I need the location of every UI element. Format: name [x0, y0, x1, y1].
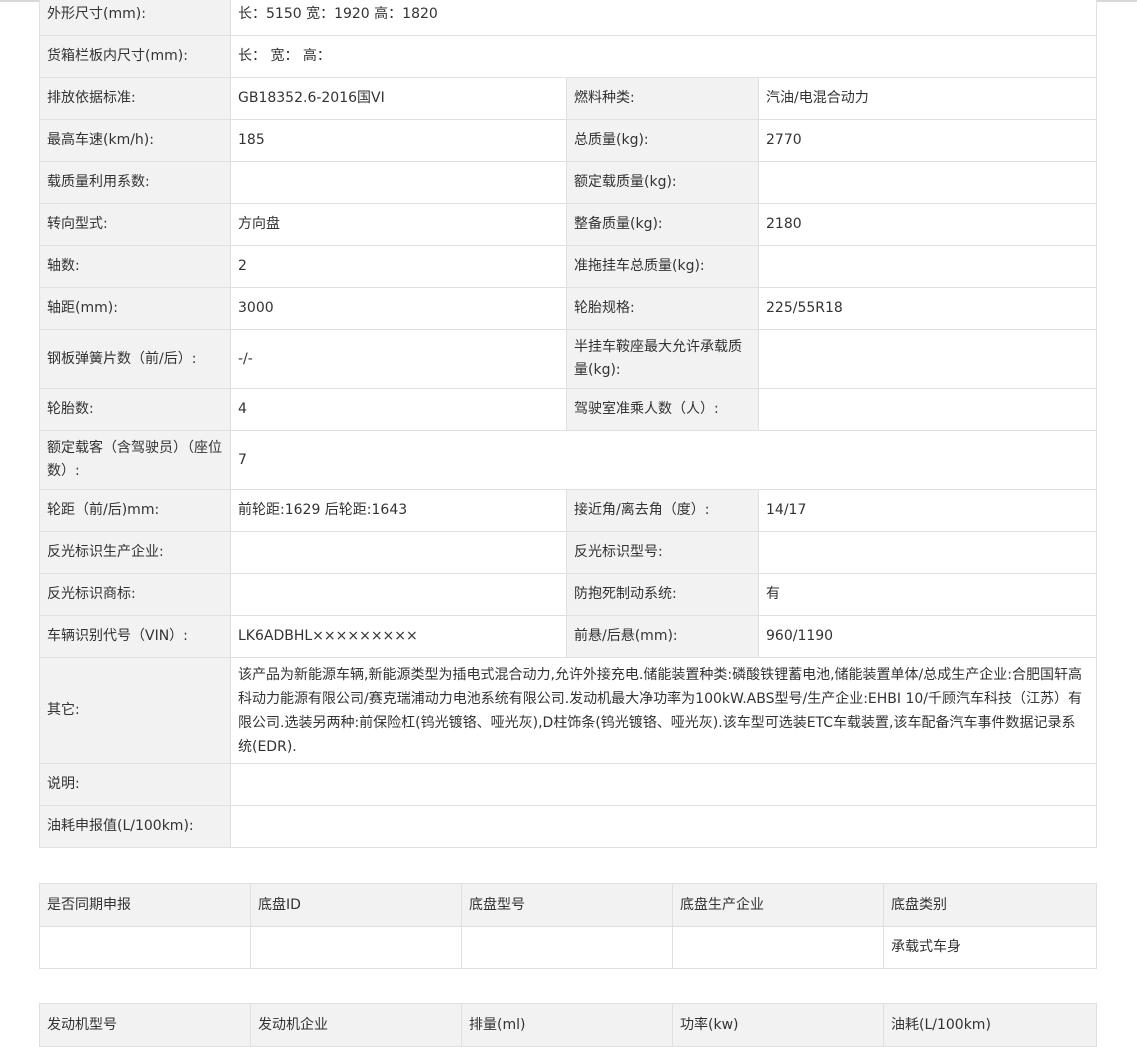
- engine-header-cell: 功率(kw): [673, 1004, 884, 1047]
- row-note: 说明:: [40, 764, 1097, 806]
- label-overhang: 前悬/后悬(mm):: [567, 616, 759, 658]
- value-cab-seats: [759, 389, 1097, 431]
- chassis-header-cell: 底盘生产企业: [673, 884, 884, 927]
- chassis-header-cell: 底盘型号: [462, 884, 673, 927]
- value-other: 该产品为新能源车辆,新能源类型为插电式混合动力,允许外接充电.储能装置种类:磷酸…: [231, 658, 1097, 764]
- label-total-mass: 总质量(kg):: [567, 120, 759, 162]
- label-steering: 转向型式:: [40, 204, 231, 246]
- value-max-speed: 185: [231, 120, 567, 162]
- value-dimensions: 长：5150 宽：1920 高：1820: [231, 0, 1097, 36]
- row-axles: 轴数: 2 准拖挂车总质量(kg):: [40, 246, 1097, 288]
- row-dimensions: 外形尺寸(mm): 长：5150 宽：1920 高：1820: [40, 0, 1097, 36]
- value-emission: GB18352.6-2016国VI: [231, 78, 567, 120]
- label-dimensions: 外形尺寸(mm):: [40, 0, 231, 36]
- row-reflect-brand: 反光标识商标: 防抱死制动系统: 有: [40, 574, 1097, 616]
- row-leaf-springs: 钢板弹簧片数（前/后）: -/- 半挂车鞍座最大允许承载质量(kg):: [40, 330, 1097, 389]
- value-tire-spec: 225/55R18: [759, 288, 1097, 330]
- value-track: 前轮距:1629 后轮距:1643: [231, 490, 567, 532]
- label-leaf-springs: 钢板弹簧片数（前/后）:: [40, 330, 231, 389]
- label-abs: 防抱死制动系统:: [567, 574, 759, 616]
- engine-header-cell: 发动机企业: [251, 1004, 462, 1047]
- label-note: 说明:: [40, 764, 231, 806]
- row-other: 其它: 该产品为新能源车辆,新能源类型为插电式混合动力,允许外接充电.储能装置种…: [40, 658, 1097, 764]
- label-vin: 车辆识别代号（VIN）:: [40, 616, 231, 658]
- label-trailer-mass: 准拖挂车总质量(kg):: [567, 246, 759, 288]
- value-load-util: [231, 162, 567, 204]
- label-cab-seats: 驾驶室准乘人数（人）:: [567, 389, 759, 431]
- label-passengers: 额定载客（含驾驶员）（座位数）:: [40, 431, 231, 490]
- value-passengers: 7: [231, 431, 1097, 490]
- label-wheelbase: 轴距(mm):: [40, 288, 231, 330]
- label-reflect-maker: 反光标识生产企业:: [40, 532, 231, 574]
- value-total-mass: 2770: [759, 120, 1097, 162]
- label-curb-mass: 整备质量(kg):: [567, 204, 759, 246]
- value-leaf-springs: -/-: [231, 330, 567, 389]
- label-emission: 排放依据标准:: [40, 78, 231, 120]
- row-track: 轮距（前/后)mm: 前轮距:1629 后轮距:1643 接近角/离去角（度）:…: [40, 490, 1097, 532]
- label-rated-load: 额定载质量(kg):: [567, 162, 759, 204]
- value-reflect-maker: [231, 532, 567, 574]
- chassis-header-cell: 是否同期申报: [40, 884, 251, 927]
- row-tire-count: 轮胎数: 4 驾驶室准乘人数（人）:: [40, 389, 1097, 431]
- row-steering: 转向型式: 方向盘 整备质量(kg): 2180: [40, 204, 1097, 246]
- label-max-speed: 最高车速(km/h):: [40, 120, 231, 162]
- label-reflect-brand: 反光标识商标:: [40, 574, 231, 616]
- value-reflect-brand: [231, 574, 567, 616]
- row-vin: 车辆识别代号（VIN）: LK6ADBHL××××××××× 前悬/后悬(mm)…: [40, 616, 1097, 658]
- chassis-cell: [40, 927, 251, 969]
- label-tire-count: 轮胎数:: [40, 389, 231, 431]
- value-overhang: 960/1190: [759, 616, 1097, 658]
- value-curb-mass: 2180: [759, 204, 1097, 246]
- label-reflect-model: 反光标识型号:: [567, 532, 759, 574]
- value-abs: 有: [759, 574, 1097, 616]
- value-reflect-model: [759, 532, 1097, 574]
- engine-table: 发动机型号 发动机企业 排量(ml) 功率(kw) 油耗(L/100km): [39, 1003, 1097, 1047]
- chassis-cell: [673, 927, 884, 969]
- value-steering: 方向盘: [231, 204, 567, 246]
- chassis-header-cell: 底盘类别: [884, 884, 1097, 927]
- value-wheelbase: 3000: [231, 288, 567, 330]
- value-tire-count: 4: [231, 389, 567, 431]
- row-passengers: 额定载客（含驾驶员）（座位数）: 7: [40, 431, 1097, 490]
- chassis-cell: 承载式车身: [884, 927, 1097, 969]
- row-wheelbase: 轴距(mm): 3000 轮胎规格: 225/55R18: [40, 288, 1097, 330]
- row-cargo-box: 货箱栏板内尺寸(mm): 长： 宽： 高：: [40, 36, 1097, 78]
- label-angles: 接近角/离去角（度）:: [567, 490, 759, 532]
- label-cargo-box: 货箱栏板内尺寸(mm):: [40, 36, 231, 78]
- value-fuel-consumption: [231, 806, 1097, 848]
- label-axles: 轴数:: [40, 246, 231, 288]
- value-note: [231, 764, 1097, 806]
- engine-header-row: 发动机型号 发动机企业 排量(ml) 功率(kw) 油耗(L/100km): [40, 1004, 1097, 1047]
- row-reflect-maker: 反光标识生产企业: 反光标识型号:: [40, 532, 1097, 574]
- chassis-cell: [462, 927, 673, 969]
- engine-header-cell: 发动机型号: [40, 1004, 251, 1047]
- chassis-cell: [251, 927, 462, 969]
- value-saddle-load: [759, 330, 1097, 389]
- label-track: 轮距（前/后)mm:: [40, 490, 231, 532]
- chassis-table: 是否同期申报 底盘ID 底盘型号 底盘生产企业 底盘类别 承载式车身: [39, 883, 1097, 969]
- value-fuel: 汽油/电混合动力: [759, 78, 1097, 120]
- chassis-header-row: 是否同期申报 底盘ID 底盘型号 底盘生产企业 底盘类别: [40, 884, 1097, 927]
- value-vin: LK6ADBHL×××××××××: [231, 616, 567, 658]
- label-tire-spec: 轮胎规格:: [567, 288, 759, 330]
- row-emission: 排放依据标准: GB18352.6-2016国VI 燃料种类: 汽油/电混合动力: [40, 78, 1097, 120]
- label-fuel: 燃料种类:: [567, 78, 759, 120]
- value-angles: 14/17: [759, 490, 1097, 532]
- parameter-table: 外形尺寸(mm): 长：5150 宽：1920 高：1820 货箱栏板内尺寸(m…: [39, 0, 1097, 848]
- value-axles: 2: [231, 246, 567, 288]
- value-cargo-box: 长： 宽： 高：: [231, 36, 1097, 78]
- label-saddle-load: 半挂车鞍座最大允许承载质量(kg):: [567, 330, 759, 389]
- engine-header-cell: 油耗(L/100km): [884, 1004, 1097, 1047]
- row-max-speed: 最高车速(km/h): 185 总质量(kg): 2770: [40, 120, 1097, 162]
- engine-header-cell: 排量(ml): [462, 1004, 673, 1047]
- row-load-util: 载质量利用系数: 额定载质量(kg):: [40, 162, 1097, 204]
- label-other: 其它:: [40, 658, 231, 764]
- value-rated-load: [759, 162, 1097, 204]
- label-load-util: 载质量利用系数:: [40, 162, 231, 204]
- label-fuel-consumption: 油耗申报值(L/100km):: [40, 806, 231, 848]
- chassis-header-cell: 底盘ID: [251, 884, 462, 927]
- value-trailer-mass: [759, 246, 1097, 288]
- chassis-data-row: 承载式车身: [40, 927, 1097, 969]
- row-fuel-consumption: 油耗申报值(L/100km):: [40, 806, 1097, 848]
